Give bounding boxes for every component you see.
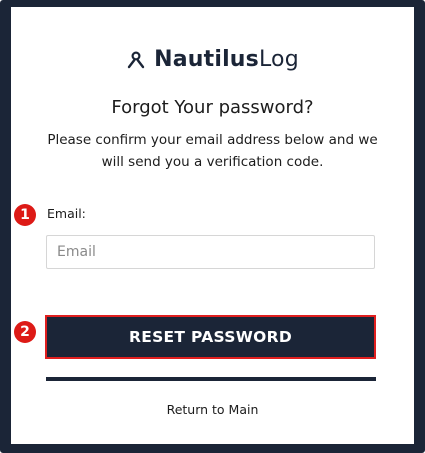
brand-name-bold: Nautilus [154, 46, 259, 72]
page-description: Please confirm your email address below … [47, 132, 378, 170]
email-input[interactable] [46, 235, 375, 269]
page-title: Forgot Your password? [111, 97, 314, 118]
reset-password-button[interactable]: RESET PASSWORD [45, 315, 376, 359]
divider [46, 377, 376, 381]
brand-name: NautilusLog [154, 47, 299, 72]
email-label: Email: [47, 206, 86, 221]
person-icon [127, 51, 145, 69]
return-to-main-link[interactable]: Return to Main [0, 402, 425, 417]
brand-logo: NautilusLog [0, 44, 425, 74]
brand-name-light: Log [258, 46, 299, 72]
step-marker-2: 2 [14, 321, 36, 343]
step-marker-1: 1 [14, 204, 36, 226]
